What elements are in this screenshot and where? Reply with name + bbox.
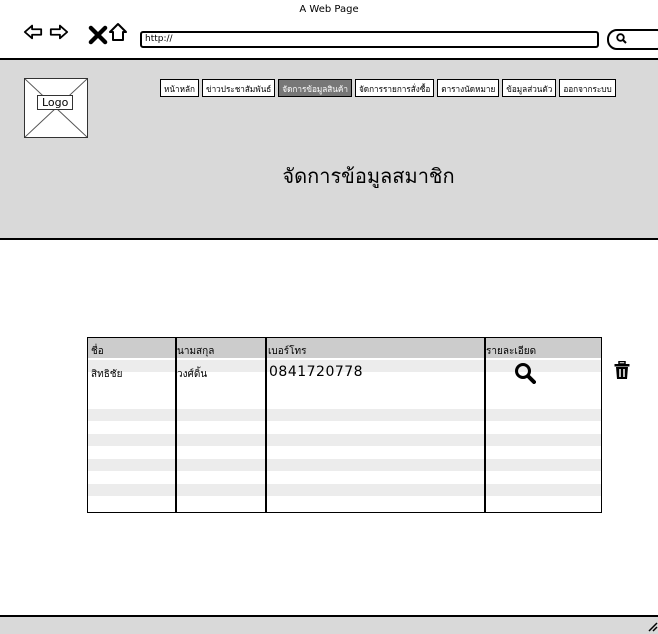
browser-search-box[interactable] <box>607 29 658 50</box>
logo-label: Logo <box>37 95 74 110</box>
window-title: A Web Page <box>299 4 359 15</box>
url-input[interactable]: http:// <box>140 31 599 48</box>
nav-item-orders[interactable]: จัดการรายการสั่งซื้อ <box>354 79 435 97</box>
resize-handle-icon[interactable] <box>646 620 658 632</box>
trash-icon[interactable] <box>614 361 630 380</box>
nav-item-home[interactable]: หน้าหลัก <box>160 79 199 97</box>
browser-window: A Web Page http:// Logo หน้าหลัก ข่าวประ… <box>0 0 658 634</box>
nav-item-appointments[interactable]: ตารางนัดหมาย <box>437 79 500 97</box>
browser-toolbar: A Web Page http:// <box>0 0 658 60</box>
table-row[interactable] <box>88 484 601 496</box>
nav-item-news[interactable]: ข่าวประชาสัมพันธ์ <box>201 79 276 97</box>
back-arrow-icon[interactable] <box>23 22 43 42</box>
table-row[interactable] <box>88 459 601 471</box>
nav-item-profile[interactable]: ข้อมูลส่วนตัว <box>502 79 557 97</box>
column-divider <box>265 338 267 512</box>
close-icon[interactable] <box>88 25 108 45</box>
column-header-first-name: ชื่อ <box>91 346 104 357</box>
home-icon[interactable] <box>108 22 128 42</box>
cell-first-name: สิทธิชัย <box>91 369 123 380</box>
main-nav: หน้าหลัก ข่าวประชาสัมพันธ์ จัดการข้อมูลส… <box>160 79 616 97</box>
nav-item-products[interactable]: จัดการข้อมูลสินค้า <box>278 79 352 97</box>
search-icon[interactable] <box>514 362 536 384</box>
column-divider <box>175 338 177 512</box>
forward-arrow-icon[interactable] <box>49 22 69 42</box>
members-table: ชื่อ นามสกุล เบอร์โทร รายละเอียด สิทธิชั… <box>87 337 602 513</box>
cell-phone: 0841720778 <box>269 364 364 380</box>
page-title: จัดการข้อมูลสมาชิก <box>282 164 455 188</box>
column-header-last-name: นามสกุล <box>177 346 215 357</box>
table-row[interactable] <box>88 409 601 421</box>
column-header-details: รายละเอียด <box>486 346 537 357</box>
column-header-phone: เบอร์โทร <box>268 346 307 357</box>
nav-item-logout[interactable]: ออกจากระบบ <box>559 79 616 97</box>
logo[interactable]: Logo <box>24 78 88 138</box>
search-icon <box>616 33 627 44</box>
cell-last-name: วงศ์ดิ้น <box>177 369 208 380</box>
column-divider <box>484 338 486 512</box>
table-row[interactable] <box>88 434 601 446</box>
status-bar <box>0 615 658 634</box>
